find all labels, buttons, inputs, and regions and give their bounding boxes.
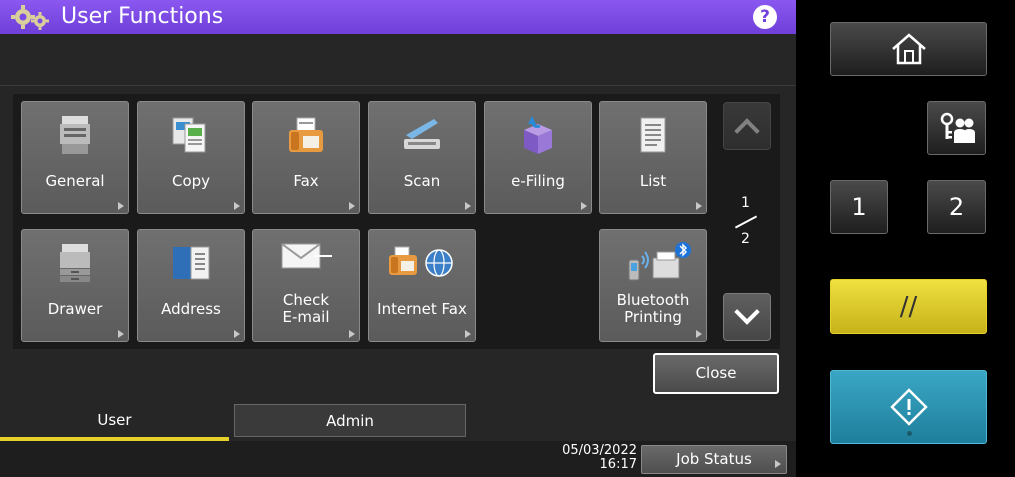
- status-footer: 05/03/2022 16:17 Job Status: [0, 441, 796, 477]
- bluetooth-printing-label-line1: Bluetooth: [616, 291, 690, 309]
- corner-arrow-icon: [118, 330, 124, 338]
- copy-label: Copy: [171, 172, 211, 190]
- chevron-up-icon: [734, 118, 760, 144]
- scroll-up-button[interactable]: [723, 102, 771, 150]
- tab-admin[interactable]: Admin: [234, 404, 466, 437]
- list-document-icon: [640, 117, 666, 153]
- reset-button[interactable]: //: [830, 279, 987, 334]
- corner-arrow-icon: [234, 202, 240, 210]
- scan-button[interactable]: Scan: [368, 101, 476, 214]
- scanner-icon: [404, 119, 440, 149]
- memory-2-button[interactable]: 2: [927, 180, 986, 234]
- list-button[interactable]: List: [599, 101, 707, 214]
- address-label: Address: [161, 300, 221, 318]
- user-access-button[interactable]: [927, 101, 986, 155]
- page-current: 1: [741, 195, 750, 211]
- page-title: User Functions: [61, 4, 224, 29]
- internet-fax-icon: [389, 246, 453, 277]
- bluetooth-printing-label-line2: Printing: [624, 308, 682, 326]
- internet-fax-label: Internet Fax: [377, 300, 467, 318]
- check-email-label: Check E-mail: [255, 292, 357, 326]
- corner-arrow-icon: [349, 330, 355, 338]
- copy-pages-icon: [172, 117, 206, 153]
- home-icon: [891, 33, 926, 65]
- bluetooth-printing-label: Bluetooth Printing: [602, 292, 704, 326]
- corner-arrow-icon: [349, 202, 355, 210]
- start-diamond-icon: [889, 388, 928, 426]
- status-led: [907, 431, 912, 436]
- copier-icon: [60, 116, 90, 154]
- corner-arrow-icon: [696, 330, 702, 338]
- corner-arrow-icon: [775, 460, 781, 468]
- title-bar: User Functions ?: [0, 0, 796, 34]
- corner-arrow-icon: [118, 202, 124, 210]
- copy-button[interactable]: Copy: [137, 101, 245, 214]
- address-button[interactable]: Address: [137, 229, 245, 342]
- corner-arrow-icon: [234, 330, 240, 338]
- scan-label: Scan: [403, 172, 441, 190]
- check-email-label-line1: Check: [282, 291, 330, 309]
- address-book-icon: [173, 246, 210, 280]
- date-time: 05/03/2022 16:17: [545, 444, 637, 472]
- start-button[interactable]: [830, 370, 987, 444]
- close-button[interactable]: Close: [653, 353, 779, 394]
- job-status-label: Job Status: [676, 450, 752, 468]
- memory-1-button[interactable]: 1: [830, 180, 888, 234]
- tab-bar: User Admin: [0, 404, 796, 441]
- check-email-label-line2: E-mail: [282, 308, 330, 326]
- general-label: General: [45, 172, 105, 190]
- settings-gears-icon: [11, 5, 49, 30]
- job-status-button[interactable]: Job Status: [641, 445, 787, 474]
- page-indicator: 1 2: [729, 195, 763, 251]
- date-text: 05/03/2022: [562, 443, 637, 458]
- efiling-box-icon: [524, 116, 552, 154]
- bluetooth-printing-button[interactable]: Bluetooth Printing: [599, 229, 707, 342]
- chevron-down-icon: [734, 299, 760, 325]
- internet-fax-button[interactable]: Internet Fax: [368, 229, 476, 342]
- fax-machine-icon: [289, 117, 323, 152]
- page-separator: [734, 215, 758, 229]
- control-panel-screen: User Functions ? General Copy Fax Scan e…: [0, 0, 796, 477]
- page-total: 2: [741, 231, 750, 247]
- corner-arrow-icon: [465, 330, 471, 338]
- tab-user[interactable]: User: [0, 404, 229, 441]
- scroll-down-button[interactable]: [723, 293, 771, 341]
- home-button[interactable]: [830, 22, 987, 76]
- user-key-icon: [940, 112, 975, 143]
- efiling-label: e-Filing: [511, 172, 565, 190]
- fax-label: Fax: [293, 172, 319, 190]
- list-label: List: [639, 172, 667, 190]
- check-email-button[interactable]: Check E-mail: [252, 229, 360, 342]
- fax-button[interactable]: Fax: [252, 101, 360, 214]
- drawer-printer-icon: [60, 244, 90, 282]
- help-button[interactable]: ?: [753, 5, 777, 29]
- message-bar: [0, 34, 796, 86]
- corner-arrow-icon: [696, 202, 702, 210]
- corner-arrow-icon: [581, 202, 587, 210]
- hardware-panel: 1 2 //: [796, 0, 1015, 477]
- corner-arrow-icon: [465, 202, 471, 210]
- drawer-label: Drawer: [47, 300, 103, 318]
- envelope-icon: [281, 243, 332, 269]
- drawer-button[interactable]: Drawer: [21, 229, 129, 342]
- general-button[interactable]: General: [21, 101, 129, 214]
- bluetooth-printer-icon: [628, 242, 691, 281]
- efiling-button[interactable]: e-Filing: [484, 101, 592, 214]
- time-text: 16:17: [599, 457, 637, 472]
